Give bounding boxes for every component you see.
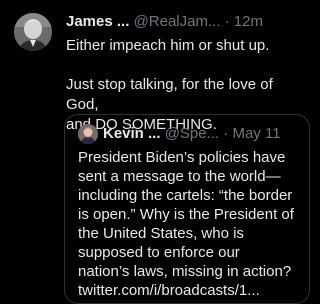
quoted-line: supposed to enforce our — [78, 244, 240, 261]
quoted-author-name: Kevin ... — [103, 125, 161, 142]
quoted-line: is open.” Why is the President of — [78, 206, 294, 223]
author-name[interactable]: James ... — [66, 13, 129, 30]
avatar-image — [14, 13, 52, 51]
quoted-tweet-text: President Biden’s policies have sent a m… — [78, 148, 303, 300]
quoted-tweet-header: Kevin ... @Spe... · May 11 — [103, 123, 313, 144]
tweet-line: Just stop talking, for the love of God, — [66, 76, 273, 113]
tweet-header: James ... @RealJam... · 12m — [66, 12, 296, 32]
tweet-line: Either impeach him or shut up. — [66, 37, 270, 54]
quoted-line: the United States, who is — [78, 225, 244, 242]
separator-dot: · — [224, 13, 230, 30]
timestamp[interactable]: 12m — [234, 13, 263, 30]
quoted-line: including the cartels: “the border — [78, 187, 293, 204]
quoted-tweet-card[interactable]: Kevin ... @Spe... · May 11 President Bid… — [64, 114, 310, 304]
quoted-avatar-image — [78, 124, 98, 144]
quoted-link[interactable]: twitter.com/i/broadcasts/1... — [78, 281, 303, 300]
author-handle[interactable]: @RealJam... — [134, 13, 221, 30]
quoted-line: nation’s laws, missing in action? — [78, 263, 292, 280]
quoted-author-handle: @Spe... — [164, 125, 220, 142]
quoted-timestamp: May 11 — [232, 125, 281, 142]
separator-dot: · — [223, 125, 229, 142]
tweet[interactable]: James ... @RealJam... · 12m Either impea… — [0, 0, 310, 304]
quoted-line: President Biden’s policies have — [78, 149, 286, 166]
quoted-line: sent a message to the world— — [78, 168, 281, 185]
quoted-author-avatar — [78, 124, 98, 144]
author-avatar[interactable] — [14, 13, 52, 51]
